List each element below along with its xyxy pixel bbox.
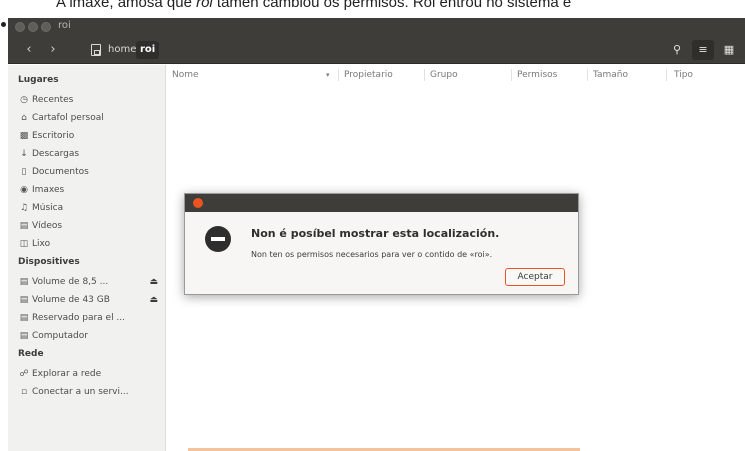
bullet-icon	[1, 22, 6, 27]
breadcrumb-home[interactable]: home	[104, 41, 140, 59]
page-caption: A imaxe, amosa que roi tamén cambiou os …	[0, 0, 745, 18]
dialog-titlebar	[185, 194, 578, 212]
window-close-button[interactable]	[15, 22, 25, 32]
eject-icon[interactable]: ⏏	[149, 295, 158, 305]
sidebar-section-network: Rede	[18, 349, 44, 359]
column-separator	[587, 69, 588, 81]
sidebar-item-documents[interactable]: ▯ Documentos	[18, 167, 164, 183]
window-titlebar: roi	[8, 18, 745, 36]
grid-view-icon: ▦	[723, 43, 735, 56]
clock-icon: ◷	[20, 95, 28, 105]
breadcrumb-roi[interactable]: roi	[136, 41, 160, 59]
server-icon: ▫	[20, 387, 28, 397]
caption-suffix: tamén cambiou os permisos. Roi entrou no…	[212, 0, 572, 11]
drive-icon: ▤	[19, 331, 29, 341]
sort-descending-icon: ▾	[326, 71, 330, 79]
sidebar-item-music[interactable]: ♫ Música	[18, 203, 164, 219]
column-header-group[interactable]: Grupo	[430, 65, 458, 85]
camera-icon: ◉	[20, 185, 28, 195]
home-drive-icon	[91, 44, 101, 56]
column-separator	[338, 69, 339, 81]
toolbar: ‹ › home roi ⚲ ≡ ▦	[8, 36, 745, 64]
column-header-type[interactable]: Tipo	[674, 65, 693, 85]
column-header-owner[interactable]: Propietario	[344, 65, 393, 85]
sidebar-item-connect-server[interactable]: ▫ Conectar a un servi...	[18, 387, 164, 403]
sidebar-item-reserved[interactable]: ▤ Reservado para el ...	[18, 313, 164, 329]
film-icon: ▤	[19, 221, 29, 231]
back-button[interactable]: ‹	[20, 41, 38, 59]
search-icon: ⚲	[672, 43, 682, 56]
list-view-button[interactable]: ≡	[692, 40, 714, 60]
eject-icon[interactable]: ⏏	[149, 277, 158, 287]
sidebar-item-computer[interactable]: ▤ Computador	[18, 331, 164, 347]
dialog-close-button[interactable]	[193, 198, 203, 208]
document-icon: ▯	[21, 167, 27, 177]
download-icon: ↓	[20, 149, 28, 159]
sidebar-section-places: Lugares	[18, 75, 59, 85]
dialog-heading: Non é posíbel mostrar esta localización.	[251, 227, 500, 240]
sidebar-item-videos[interactable]: ▤ Vídeos	[18, 221, 164, 237]
column-header-permissions[interactable]: Permisos	[517, 65, 557, 85]
sidebar-item-trash[interactable]: ◫ Lixo	[18, 239, 164, 255]
column-separator	[511, 69, 512, 81]
sidebar-item-recent[interactable]: ◷ Recentes	[18, 95, 164, 111]
window-title: roi	[58, 20, 71, 31]
window-minimize-button[interactable]	[28, 22, 38, 32]
sidebar-item-volume-8-5[interactable]: ▤ Volume de 8,5 ... ⏏	[18, 277, 164, 293]
column-separator	[666, 69, 667, 81]
accept-button[interactable]: Aceptar	[505, 268, 565, 286]
caption-prefix: A imaxe, amosa que	[56, 0, 197, 11]
sidebar-item-downloads[interactable]: ↓ Descargas	[18, 149, 164, 165]
column-header-size[interactable]: Tamaño	[593, 65, 628, 85]
sidebar: Lugares ◷ Recentes ⌂ Cartafol persoal ▩ Esc…	[8, 65, 166, 451]
network-icon: ☍	[19, 369, 29, 379]
music-icon: ♫	[19, 203, 29, 213]
search-button[interactable]: ⚲	[666, 40, 688, 60]
desktop-icon: ▩	[19, 131, 29, 141]
stop-icon	[205, 226, 231, 252]
dialog-message: Non ten os permisos necesarios para ver …	[251, 250, 493, 259]
sidebar-section-devices: Dispositives	[18, 257, 80, 267]
column-separator	[424, 69, 425, 81]
drive-icon: ▤	[19, 313, 29, 323]
column-header-name[interactable]: Nome	[172, 65, 199, 85]
grid-view-button[interactable]: ▦	[718, 40, 740, 60]
drive-icon: ▤	[19, 277, 29, 287]
window-maximize-button[interactable]	[41, 22, 51, 32]
error-dialog: Non é posíbel mostrar esta localización.…	[184, 193, 579, 295]
list-view-icon: ≡	[698, 43, 708, 56]
caption-user: roi	[196, 0, 213, 11]
forward-button[interactable]: ›	[44, 41, 62, 59]
sidebar-item-pictures[interactable]: ◉ Imaxes	[18, 185, 164, 201]
trash-icon: ◫	[19, 239, 29, 249]
sidebar-item-desktop[interactable]: ▩ Escritorio	[18, 131, 164, 147]
drive-icon: ▤	[19, 295, 29, 305]
home-icon: ⌂	[21, 113, 27, 123]
sidebar-item-browse-network[interactable]: ☍ Explorar a rede	[18, 369, 164, 385]
sidebar-item-home[interactable]: ⌂ Cartafol persoal	[18, 113, 164, 129]
sidebar-item-volume-43gb[interactable]: ▤ Volume de 43 GB ⏏	[18, 295, 164, 311]
